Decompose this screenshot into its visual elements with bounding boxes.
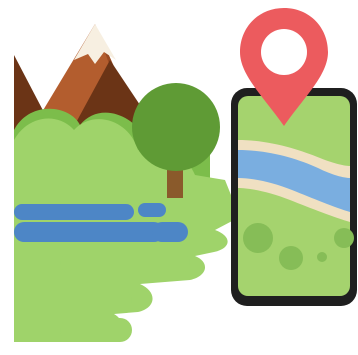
- ground-strip-3: [60, 318, 132, 342]
- lake-strip-3: [138, 203, 166, 217]
- lake-strip-1: [14, 204, 134, 220]
- illustration-canvas: [14, 8, 357, 342]
- tree-crown: [132, 83, 220, 171]
- lake-strip-2: [14, 222, 164, 242]
- ground-strip-2: [14, 290, 132, 312]
- lake-icon: [14, 203, 188, 242]
- ground: [14, 198, 242, 342]
- map-spot-2: [279, 246, 303, 270]
- lake-strip-4: [152, 222, 188, 242]
- map-spot-3: [334, 228, 354, 248]
- nature-map-illustration: [0, 0, 358, 355]
- pin-hole: [261, 29, 307, 75]
- map-spot-1: [243, 223, 273, 253]
- ground-strip-1: [60, 252, 190, 274]
- map-spot-4: [317, 252, 327, 262]
- smartphone-icon: [231, 88, 357, 306]
